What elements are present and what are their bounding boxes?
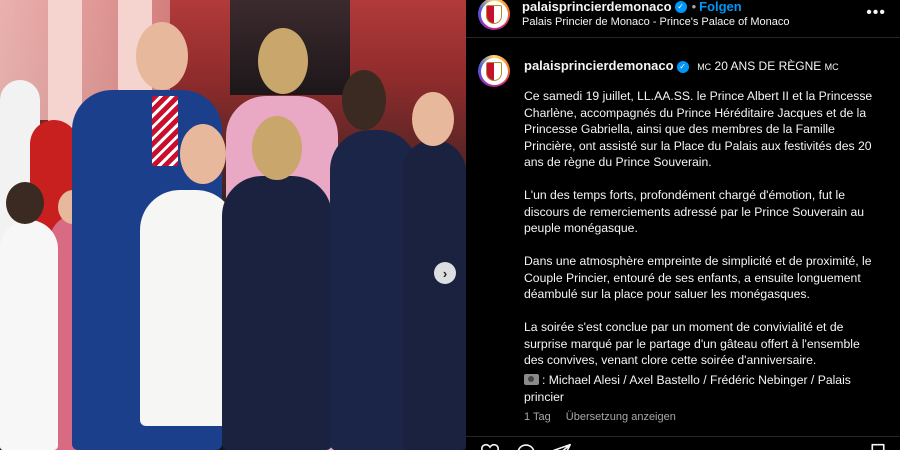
caption-title-prefix: MC bbox=[697, 62, 712, 72]
post-header: palaisprincierdemonaco ✓ • Folgen Palais Pr… bbox=[466, 0, 900, 38]
caption-header: palaisprincierdemonaco ✓ MC 20 ANS DE RÈG… bbox=[524, 58, 839, 73]
person-figure bbox=[0, 220, 58, 450]
post-photo[interactable]: › bbox=[0, 0, 466, 450]
chevron-right-icon: › bbox=[442, 265, 448, 281]
caption-username[interactable]: palaisprincierdemonaco bbox=[524, 58, 674, 73]
credits-text: : Michael Alesi / Axel Bastello / Frédér… bbox=[524, 373, 851, 404]
avatar-inner bbox=[480, 57, 508, 85]
person-head bbox=[258, 28, 308, 94]
person-head bbox=[180, 124, 226, 184]
post-meta: 1 Tag Übersetzung anzeigen bbox=[524, 411, 676, 423]
account-avatar[interactable] bbox=[478, 0, 510, 30]
person-figure bbox=[402, 140, 466, 450]
caption-paragraph: L'un des temps forts, profondément charg… bbox=[524, 188, 865, 235]
verified-badge-icon: ✓ bbox=[676, 60, 689, 73]
caption-avatar[interactable] bbox=[478, 55, 510, 87]
avatar-inner bbox=[480, 0, 508, 28]
verified-badge-icon: ✓ bbox=[674, 0, 687, 13]
caption-title-suffix: MC bbox=[824, 62, 839, 72]
person-head bbox=[6, 182, 44, 224]
striped-tie bbox=[152, 96, 178, 166]
caption-title-text: 20 ANS DE RÈGNE bbox=[714, 59, 822, 73]
caption-title: MC 20 ANS DE RÈGNE MC bbox=[697, 59, 838, 73]
action-bar bbox=[466, 436, 900, 450]
heart-icon[interactable] bbox=[480, 443, 500, 450]
comment-icon[interactable] bbox=[516, 443, 536, 450]
monaco-crest-icon bbox=[486, 61, 502, 81]
person-head bbox=[136, 22, 188, 90]
carousel-next-button[interactable]: › bbox=[434, 262, 456, 284]
header-text: palaisprincierdemonaco ✓ • Folgen Palais Pr… bbox=[522, 0, 789, 29]
caption-paragraph: Dans une atmosphère empreinte de simplic… bbox=[524, 254, 872, 301]
caption-paragraph: La soirée s'est conclue par un moment de… bbox=[524, 320, 860, 367]
caption-paragraph: Ce samedi 19 juillet, LL.AA.SS. le Princ… bbox=[524, 89, 873, 169]
more-options-icon[interactable]: ••• bbox=[866, 4, 886, 22]
person-head bbox=[342, 70, 386, 130]
location-link[interactable]: Palais Princier de Monaco - Prince's Pal… bbox=[522, 16, 789, 29]
person-head bbox=[412, 92, 454, 146]
translate-link[interactable]: Übersetzung anzeigen bbox=[566, 411, 676, 423]
follow-button[interactable]: Folgen bbox=[699, 0, 742, 14]
share-icon[interactable] bbox=[552, 443, 572, 450]
bookmark-icon[interactable] bbox=[868, 443, 888, 450]
post-time-ago[interactable]: 1 Tag bbox=[524, 411, 551, 423]
camera-icon bbox=[524, 374, 539, 385]
photo-credits: : Michael Alesi / Axel Bastello / Frédér… bbox=[524, 372, 876, 405]
caption-body: Ce samedi 19 juillet, LL.AA.SS. le Princ… bbox=[524, 88, 876, 385]
person-figure bbox=[222, 176, 332, 450]
post-panel: palaisprincierdemonaco ✓ • Folgen Palais Pr… bbox=[466, 0, 900, 450]
person-head bbox=[252, 116, 302, 180]
dot-separator: • bbox=[691, 0, 697, 14]
monaco-crest-icon bbox=[486, 4, 502, 24]
header-username[interactable]: palaisprincierdemonaco bbox=[522, 0, 672, 14]
